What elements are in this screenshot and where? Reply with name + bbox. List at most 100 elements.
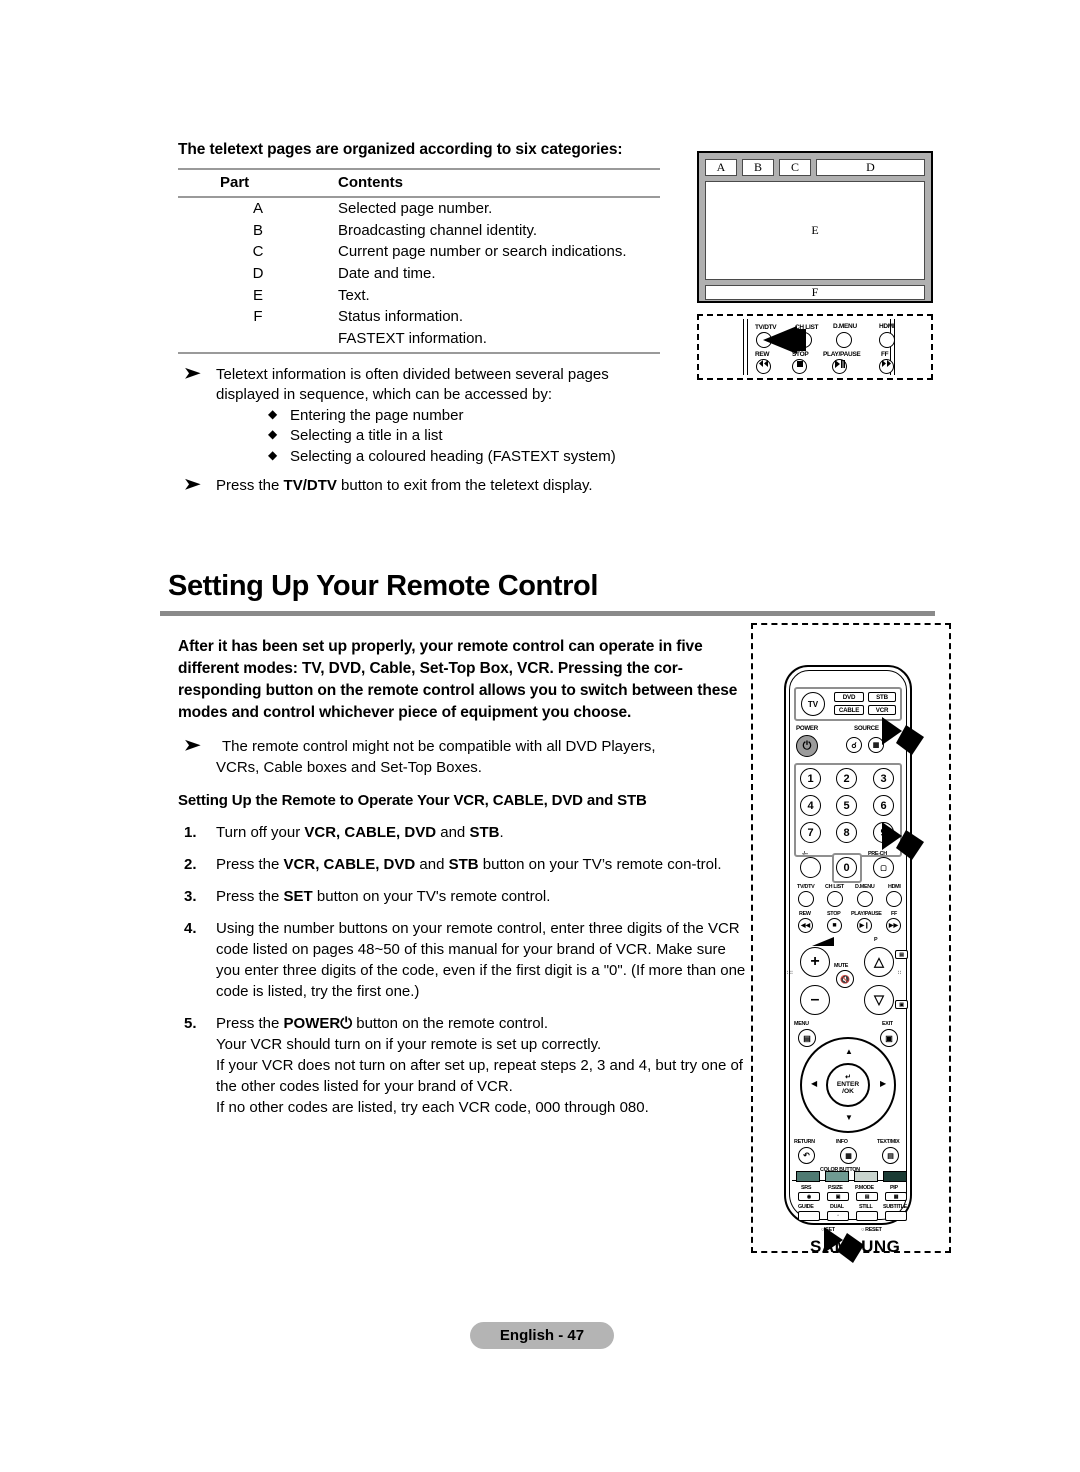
list-item: ◆ Selecting a title in a list — [268, 426, 660, 446]
arrow-bullet-icon: ➤ — [183, 476, 201, 494]
page-title: Setting Up Your Remote Control — [168, 570, 598, 602]
teletext-index-button[interactable]: ▤ — [895, 950, 908, 959]
volume-up-button[interactable]: + — [800, 947, 830, 977]
parts-table: Part Contents A Selected page number. B … — [178, 168, 660, 353]
mute-button[interactable]: 🔇 — [836, 970, 854, 988]
nav-left-icon[interactable]: ◀ — [811, 1079, 817, 1088]
reset-label: ○ RESET — [861, 1227, 882, 1233]
fragment-button-dmenu[interactable] — [836, 332, 852, 348]
cell-contents: Broadcasting channel identity. — [338, 221, 538, 239]
button-pip[interactable]: ▦ — [885, 1192, 907, 1201]
number-button-4[interactable]: 4 — [800, 795, 821, 816]
fragment-button-stop[interactable] — [792, 359, 807, 374]
button-ff[interactable]: ▶▶ — [886, 918, 901, 933]
source-button-lamp[interactable]: ☌ — [846, 737, 862, 753]
volume-down-button[interactable]: – — [800, 985, 830, 1015]
fragment-button-rew[interactable] — [756, 359, 771, 374]
step-number: 4. — [184, 920, 197, 938]
note-item: ➤ Press the TV/DTV button to exit from t… — [178, 476, 660, 497]
textmix-button[interactable]: ▤ — [882, 1147, 899, 1164]
color-button-red[interactable] — [796, 1171, 820, 1182]
number-button-6[interactable]: 6 — [873, 795, 894, 816]
number-button-5[interactable]: 5 — [836, 795, 857, 816]
button-dmenu[interactable] — [857, 891, 873, 907]
mute-label: MUTE — [834, 963, 849, 969]
cell-part: C — [252, 243, 264, 261]
source-button[interactable]: ▦ — [868, 737, 884, 753]
power-button[interactable]: ⏻ — [796, 735, 818, 757]
number-button-2[interactable]: 2 — [836, 768, 857, 789]
play-pause-icon — [834, 360, 845, 368]
channel-down-button[interactable]: ▽ — [864, 985, 894, 1015]
main-body: After it has been set up properly, your … — [178, 636, 748, 1118]
nav-down-icon[interactable]: ▼ — [845, 1113, 853, 1122]
list-item: 3. Press the SET button on your TV's rem… — [178, 886, 748, 907]
teletext-size-button[interactable]: ▣ — [895, 1000, 908, 1009]
table-row: C Current page number or search indicati… — [178, 242, 660, 264]
mode-button-cable[interactable]: CABLE — [834, 705, 864, 715]
color-button-yellow[interactable] — [854, 1171, 878, 1182]
number-button-1[interactable]: 1 — [800, 768, 821, 789]
channel-up-button[interactable]: △ — [864, 947, 894, 977]
fragment-button-hdmi[interactable] — [879, 332, 895, 348]
fragment-button-chlist[interactable] — [796, 332, 812, 348]
color-button-blue[interactable] — [883, 1171, 907, 1182]
color-button-green[interactable] — [825, 1171, 849, 1182]
number-button-7[interactable]: 7 — [800, 822, 821, 843]
button-still[interactable] — [856, 1211, 878, 1221]
button-guide[interactable] — [798, 1211, 820, 1221]
diamond-bullet-icon: ◆ — [268, 427, 278, 442]
fragment-label-ff: FF — [881, 351, 889, 358]
remote-edge-left — [743, 319, 748, 375]
minus-button[interactable] — [800, 857, 821, 878]
return-button[interactable]: ↶ — [798, 1147, 815, 1164]
button-srs[interactable]: ◉ — [798, 1192, 820, 1201]
info-button[interactable]: ▦ — [840, 1147, 857, 1164]
prech-button[interactable]: ▢ — [873, 857, 894, 878]
fragment-button-ff[interactable] — [879, 359, 894, 374]
teletext-region-e: E — [705, 181, 925, 280]
fragment-button-playpause[interactable] — [832, 359, 847, 374]
button-chlist[interactable] — [827, 891, 843, 907]
exit-button[interactable]: ▣ — [880, 1029, 898, 1047]
nav-up-icon[interactable]: ▲ — [845, 1047, 853, 1056]
mode-button-stb[interactable]: STB — [868, 692, 896, 702]
fragment-label-playpause: PLAY/PAUSE — [823, 351, 861, 358]
label-subtitle: SUBTITLE — [883, 1204, 907, 1210]
button-playpause[interactable]: ▶❙ — [857, 918, 872, 933]
fragment-label-chlist: CH LIST — [795, 324, 819, 331]
mode-button-vcr[interactable]: VCR — [868, 705, 896, 715]
button-pmode[interactable]: ▤ — [856, 1192, 878, 1201]
button-hdmi[interactable] — [886, 891, 902, 907]
menu-label: MENU — [794, 1021, 809, 1027]
remote-fragment-illustration: TV/DTV CH LIST D.MENU HDMI REW STOP PLAY… — [697, 314, 933, 380]
sub-bullet-label: Entering the page number — [290, 407, 464, 425]
button-psize[interactable]: ▣ — [827, 1192, 849, 1201]
button-rew[interactable]: ◀◀ — [798, 918, 813, 933]
button-tvdtv[interactable] — [798, 891, 814, 907]
button-stop[interactable]: ■ — [827, 918, 842, 933]
list-item: 5. Press the POWER⏻ button on the remote… — [178, 1013, 748, 1118]
note-line-1: The remote control might not be compatib… — [222, 738, 656, 755]
enter-ok-button[interactable]: ↵ ENTER /OK — [826, 1063, 870, 1107]
cell-contents: Selected page number. — [338, 199, 493, 217]
list-item: ◆ Selecting a coloured heading (FASTEXT … — [268, 447, 660, 467]
button-dual[interactable]: ▫ — [827, 1211, 849, 1221]
list-item: ◆ Entering the page number — [268, 406, 660, 426]
number-button-9[interactable]: 9 — [873, 822, 894, 843]
number-button-0[interactable]: 0 — [836, 857, 857, 878]
cell-part: A — [252, 199, 263, 217]
number-button-8[interactable]: 8 — [836, 822, 857, 843]
number-button-3[interactable]: 3 — [873, 768, 894, 789]
stop-icon — [796, 361, 803, 367]
label-tvdtv: TV/DTV — [797, 884, 815, 890]
menu-button[interactable]: ▤ — [798, 1029, 816, 1047]
fragment-button-tvdtv[interactable] — [756, 332, 772, 348]
note2-post: button to exit from the teletext display… — [336, 477, 593, 495]
mode-button-tv[interactable]: TV — [801, 692, 825, 716]
step-text: Press the SET button on your TV's remote… — [216, 888, 551, 906]
nav-right-icon[interactable]: ▶ — [880, 1079, 886, 1088]
button-subtitle[interactable] — [885, 1211, 907, 1221]
teletext-region-c: C — [779, 159, 811, 176]
mode-button-dvd[interactable]: DVD — [834, 692, 864, 702]
